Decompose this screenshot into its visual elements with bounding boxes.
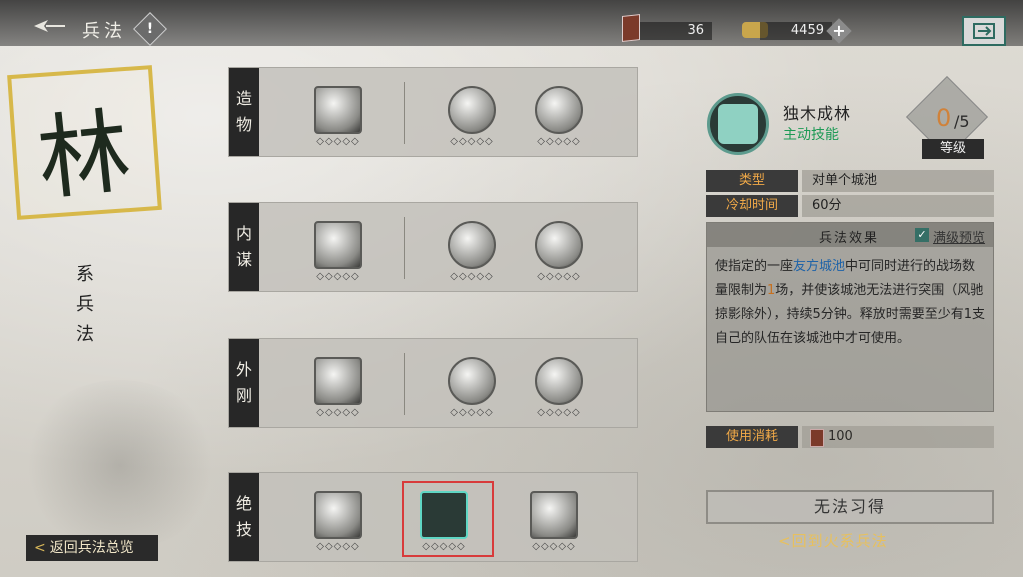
level-label: 等级: [922, 139, 984, 159]
skill-level-pips: ◇◇◇◇◇: [537, 271, 581, 282]
skill-icon: [314, 221, 362, 269]
add-gold-button[interactable]: +: [826, 18, 852, 44]
return-overview-button[interactable]: < 返回兵法总览: [26, 535, 158, 561]
skill-slot[interactable]: ◇◇◇◇◇: [306, 491, 370, 552]
type-key: 类型: [706, 170, 798, 192]
skill-slot[interactable]: ◇◇◇◇◇: [527, 357, 591, 418]
learn-button[interactable]: 无法习得: [706, 490, 994, 524]
school-name: 系兵法: [76, 264, 94, 345]
skill-slot[interactable]: ◇◇◇◇◇: [440, 86, 504, 147]
skill-name: 独木成林: [783, 104, 852, 123]
level-max: /5: [954, 112, 970, 131]
effect-title: 兵法效果: [819, 231, 880, 246]
page-title: 兵法: [82, 21, 126, 42]
type-row: 类型 对单个城池: [706, 170, 994, 192]
cost-key: 使用消耗: [706, 426, 798, 448]
token-count: 36: [640, 22, 712, 40]
skill-row-force: 外刚 ◇◇◇◇◇ ◇◇◇◇◇ ◇◇◇◇◇: [228, 338, 638, 428]
type-value: 对单个城池: [802, 170, 994, 192]
effect-description: 使指定的一座友方城池中可同时进行的战场数量限制为1场，并使该城池无法进行突围（风…: [715, 259, 986, 346]
chevron-left-icon: <: [34, 540, 46, 556]
skill-slot[interactable]: ◇◇◇◇◇: [306, 221, 370, 282]
return-fire-school-link[interactable]: <回到火系兵法: [778, 530, 888, 551]
gold-count: 4459: [760, 22, 832, 40]
top-bar: 兵法 ! 36 4459 +: [0, 0, 1023, 46]
skill-portrait: [707, 93, 769, 155]
exit-icon[interactable]: [962, 16, 1006, 46]
cost-row: 使用消耗 100: [706, 426, 994, 448]
level-value: 0: [936, 104, 952, 132]
skill-row-craft: 造物 ◇◇◇◇◇ ◇◇◇◇◇ ◇◇◇◇◇: [228, 67, 638, 157]
skill-level-pips: ◇◇◇◇◇: [537, 136, 581, 147]
skill-level-pips: ◇◇◇◇◇: [316, 136, 360, 147]
preview-checkbox[interactable]: ✓: [915, 228, 929, 242]
cost-value: 100: [802, 426, 994, 448]
token-icon: [622, 14, 640, 42]
skill-row-strategy: 内谋 ◇◇◇◇◇ ◇◇◇◇◇ ◇◇◇◇◇: [228, 202, 638, 292]
skill-level-pips: ◇◇◇◇◇: [450, 407, 494, 418]
row-divider: [404, 353, 405, 415]
skill-slot[interactable]: ◇◇◇◇◇: [440, 357, 504, 418]
row-label: 造物: [229, 68, 259, 156]
row-divider: [404, 217, 405, 279]
skill-icon: [535, 86, 583, 134]
skill-type-tag: 主动技能: [783, 127, 839, 143]
skill-icon: [314, 357, 362, 405]
skill-icon: [314, 86, 362, 134]
skill-icon: [448, 357, 496, 405]
back-arrow-icon[interactable]: [32, 18, 66, 32]
skill-level-pips: ◇◇◇◇◇: [316, 407, 360, 418]
row-label: 绝技: [229, 473, 259, 561]
cooldown-value: 60分: [802, 195, 994, 217]
dragon-decoration: [20, 380, 220, 550]
return-overview-label: 返回兵法总览: [49, 540, 134, 556]
selection-highlight: [402, 481, 494, 557]
row-divider: [404, 82, 405, 144]
skill-level-pips: ◇◇◇◇◇: [450, 271, 494, 282]
effect-panel: 兵法效果 ✓ 满级预览 使指定的一座友方城池中可同时进行的战场数量限制为1场，并…: [706, 222, 994, 412]
cooldown-key: 冷却时间: [706, 195, 798, 217]
skill-slot[interactable]: ◇◇◇◇◇: [527, 221, 591, 282]
row-label: 外刚: [229, 339, 259, 427]
skill-icon: [530, 491, 578, 539]
skill-slot[interactable]: ◇◇◇◇◇: [527, 86, 591, 147]
skill-slot[interactable]: ◇◇◇◇◇: [522, 491, 586, 552]
row-label: 内谋: [229, 203, 259, 291]
skill-level-pips: ◇◇◇◇◇: [537, 407, 581, 418]
skill-level-pips: ◇◇◇◇◇: [532, 541, 576, 552]
skill-slot[interactable]: ◇◇◇◇◇: [306, 357, 370, 418]
skill-level-pips: ◇◇◇◇◇: [316, 541, 360, 552]
skill-icon: [314, 491, 362, 539]
cooldown-row: 冷却时间 60分: [706, 195, 994, 217]
tree-icon: [718, 104, 758, 144]
skill-slot[interactable]: ◇◇◇◇◇: [306, 86, 370, 147]
skill-slot[interactable]: ◇◇◇◇◇: [440, 221, 504, 282]
skill-icon: [535, 357, 583, 405]
skill-icon: [535, 221, 583, 269]
token-icon: [810, 429, 824, 447]
skill-icon: [448, 86, 496, 134]
info-icon[interactable]: !: [133, 12, 167, 46]
skill-level-pips: ◇◇◇◇◇: [450, 136, 494, 147]
max-level-preview-link[interactable]: 满级预览: [933, 227, 985, 246]
skill-level-pips: ◇◇◇◇◇: [316, 271, 360, 282]
skill-icon: [448, 221, 496, 269]
school-character: 林: [32, 97, 136, 214]
